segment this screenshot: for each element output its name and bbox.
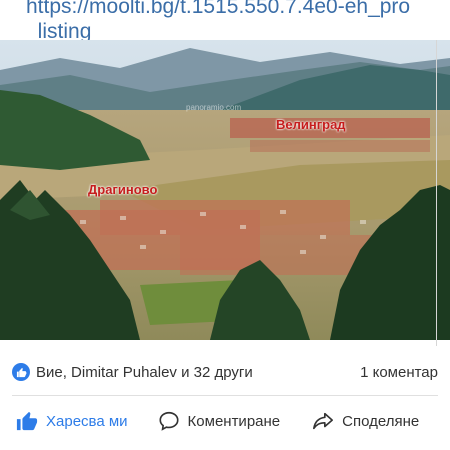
landscape-image (0, 40, 450, 340)
divider (12, 395, 438, 396)
town-label-draginovo: Драгиново (88, 182, 158, 197)
comment-button[interactable]: Коментиране (158, 410, 281, 432)
like-button-label: Харесва ми (46, 412, 128, 430)
action-bar: Харесва ми Коментиране Споделяне (0, 404, 450, 438)
like-icon (12, 363, 30, 381)
comments-count[interactable]: 1 коментар (360, 364, 438, 381)
post-photo[interactable]: Велинград Драгиново panoramio.com (0, 40, 450, 340)
post-link[interactable]: https://moolti.bg/t.1515.550.7.4e0-eh_pr… (26, 0, 446, 44)
like-button[interactable]: Харесва ми (16, 410, 128, 432)
photo-watermark: panoramio.com (186, 103, 242, 112)
share-arrow-icon (313, 412, 334, 430)
card-border (436, 40, 437, 346)
reactions-summary[interactable]: Вие, Dimitar Puhalev и 32 други (36, 364, 253, 381)
reactions-bar[interactable]: Вие, Dimitar Puhalev и 32 други 1 комент… (12, 360, 438, 384)
thumbs-up-icon (16, 411, 38, 431)
comment-icon (159, 411, 179, 431)
share-button[interactable]: Споделяне (312, 410, 419, 432)
town-label-velingrad: Велинград (276, 117, 346, 132)
comment-button-label: Коментиране (187, 412, 281, 430)
share-button-label: Споделяне (342, 412, 420, 430)
